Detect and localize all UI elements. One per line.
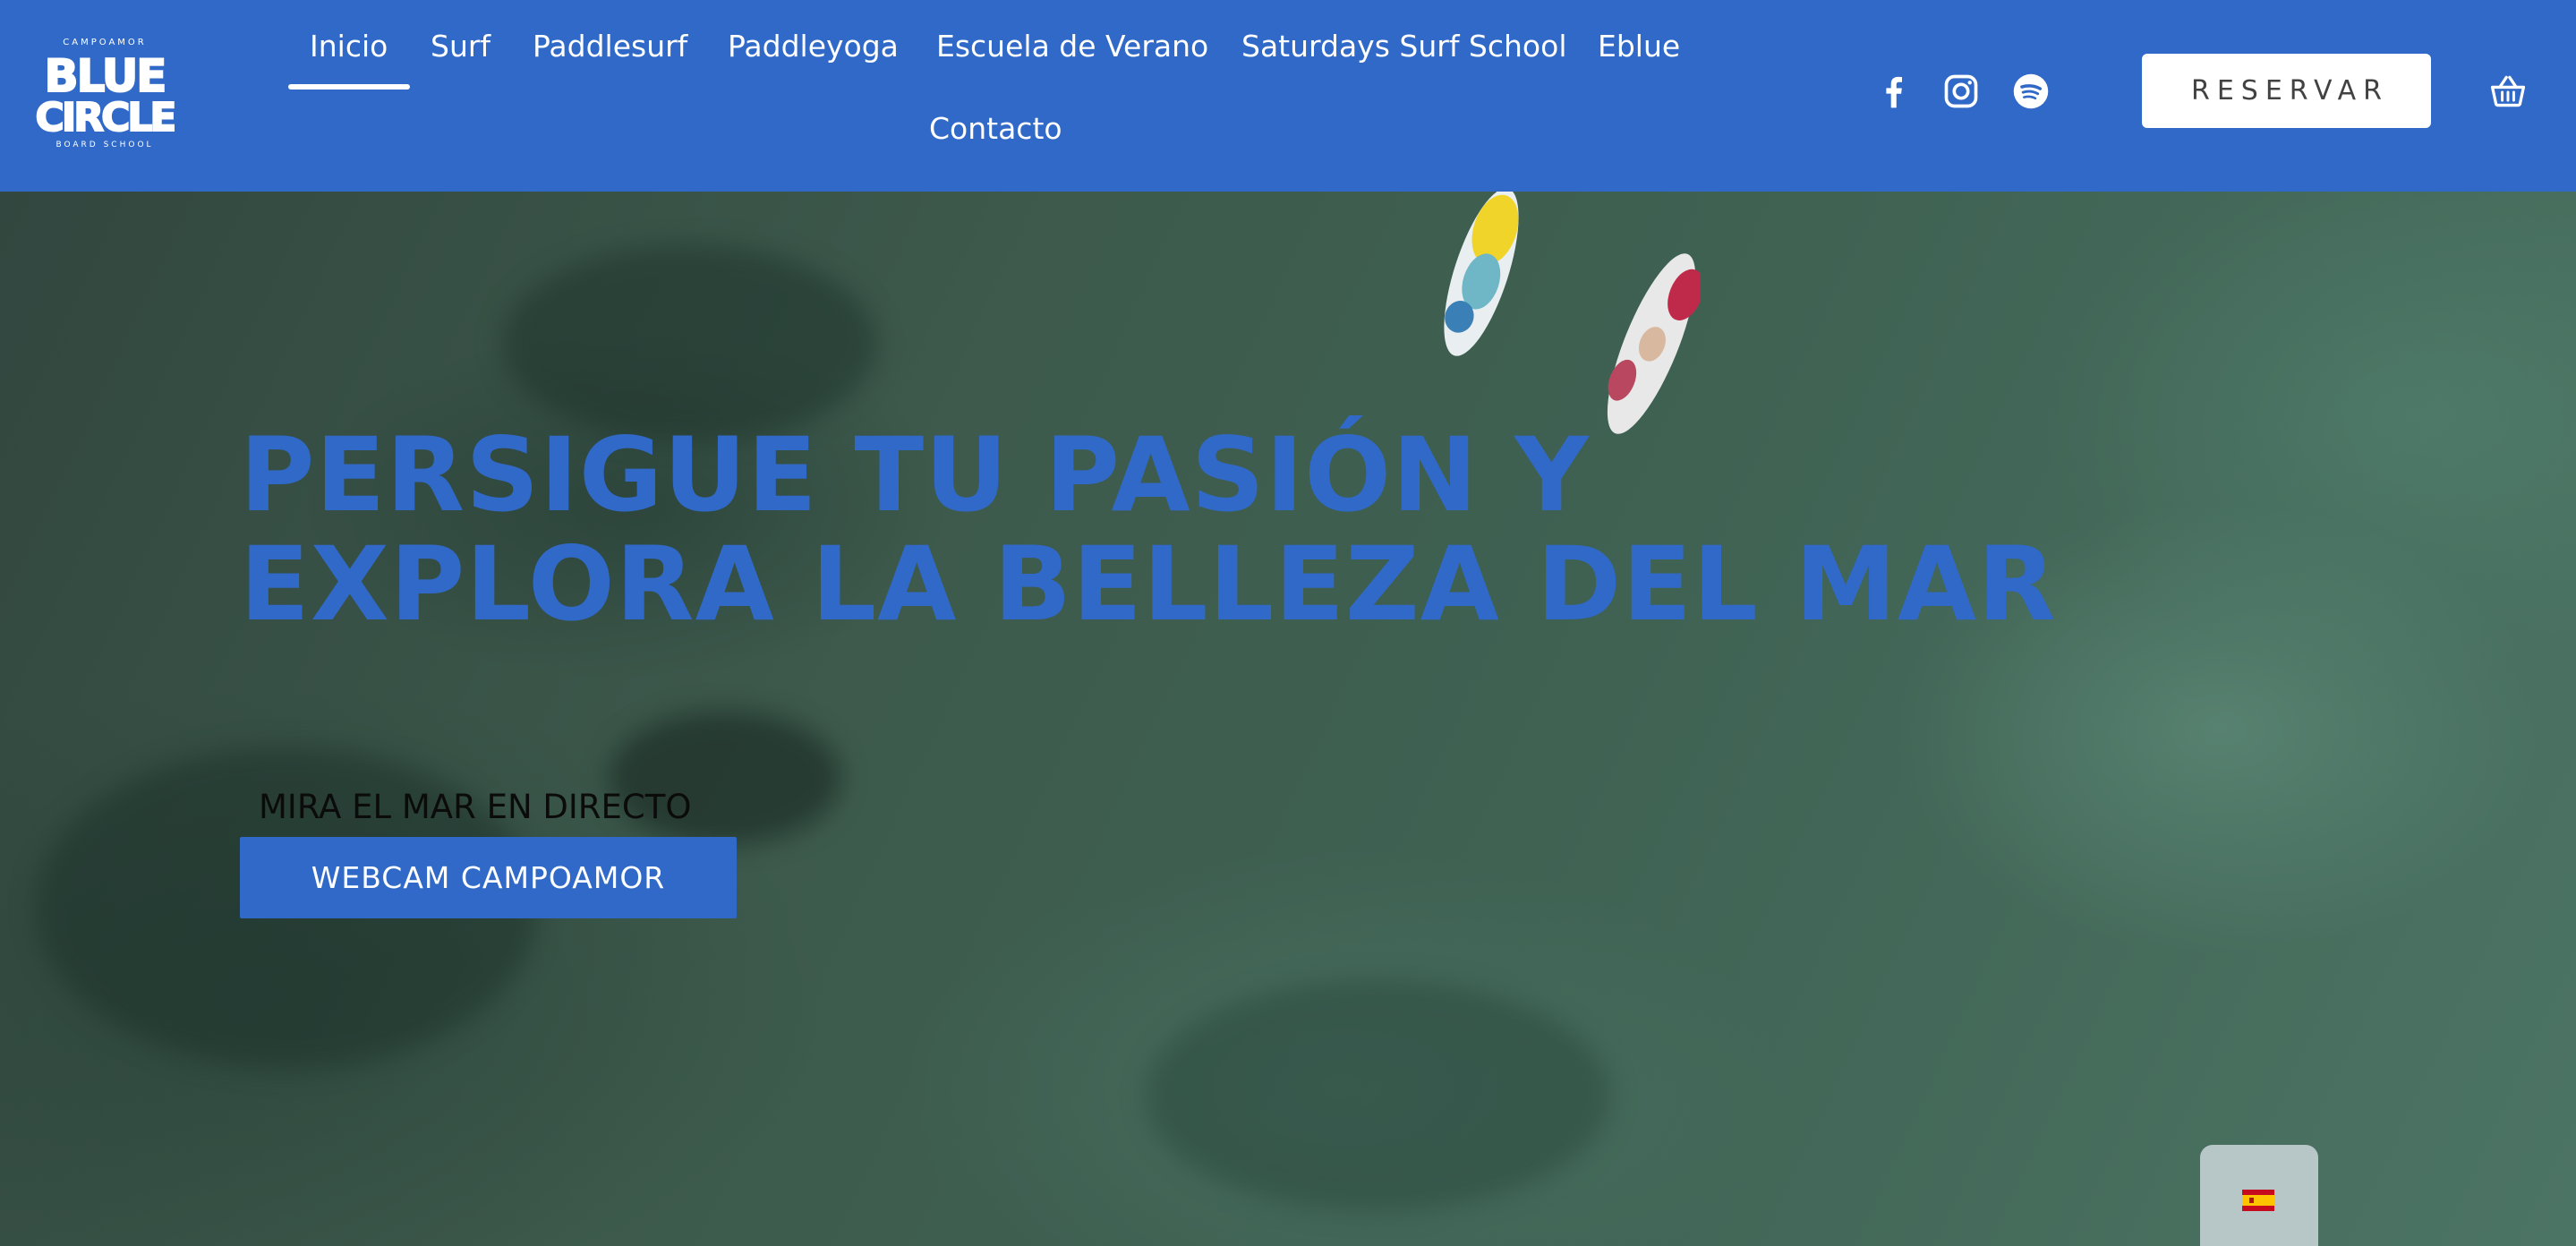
sea-shadow: [501, 245, 877, 442]
nav-item-inicio[interactable]: Inicio: [310, 29, 388, 64]
spain-flag-icon: [2242, 1190, 2274, 1211]
nav-item-eblue[interactable]: Eblue: [1598, 29, 1680, 64]
site-header: CAMPOAMOR BLUE CIRCLE BOARD SCHOOL Inici…: [0, 0, 2576, 192]
nav-item-paddlesurf[interactable]: Paddlesurf: [533, 29, 687, 64]
svg-text:CAMPOAMOR: CAMPOAMOR: [63, 38, 146, 47]
instagram-icon[interactable]: [1941, 72, 1981, 111]
paddleboard-image: [1444, 192, 1519, 356]
sea-shadow: [1146, 979, 1611, 1212]
nav-item-escuela-de-verano[interactable]: Escuela de Verano: [936, 29, 1208, 64]
basket-icon[interactable]: [2488, 72, 2528, 111]
nav-item-saturdays-surf-school[interactable]: Saturdays Surf School: [1241, 29, 1566, 64]
blue-circle-logo[interactable]: CAMPOAMOR BLUE CIRCLE BOARD SCHOOL: [36, 30, 175, 152]
facebook-icon[interactable]: [1874, 72, 1914, 111]
nav-item-surf[interactable]: Surf: [431, 29, 490, 64]
hero-title-line2: EXPLORA LA BELLEZA DEL MAR: [240, 525, 2057, 644]
reserve-button[interactable]: RESERVAR: [2142, 54, 2431, 128]
paddleboard-image: [1607, 253, 1701, 434]
hero-title-line1: PERSIGUE TU PASIÓN Y: [240, 415, 1590, 534]
nav-item-contacto[interactable]: Contacto: [929, 111, 1062, 146]
active-nav-indicator: [288, 84, 410, 90]
hero-title: PERSIGUE TU PASIÓN Y EXPLORA LA BELLEZA …: [240, 421, 2057, 639]
hero-section: PERSIGUE TU PASIÓN Y EXPLORA LA BELLEZA …: [0, 192, 2576, 1246]
webcam-campoamor-button[interactable]: WEBCAM CAMPOAMOR: [240, 837, 737, 918]
nav-item-paddleyoga[interactable]: Paddleyoga: [728, 29, 899, 64]
language-switcher[interactable]: [2200, 1145, 2318, 1246]
spotify-icon[interactable]: [2011, 72, 2051, 111]
svg-text:CIRCLE: CIRCLE: [36, 95, 174, 141]
svg-text:BOARD SCHOOL: BOARD SCHOOL: [55, 141, 153, 149]
live-sea-label: MIRA EL MAR EN DIRECTO: [259, 788, 692, 826]
